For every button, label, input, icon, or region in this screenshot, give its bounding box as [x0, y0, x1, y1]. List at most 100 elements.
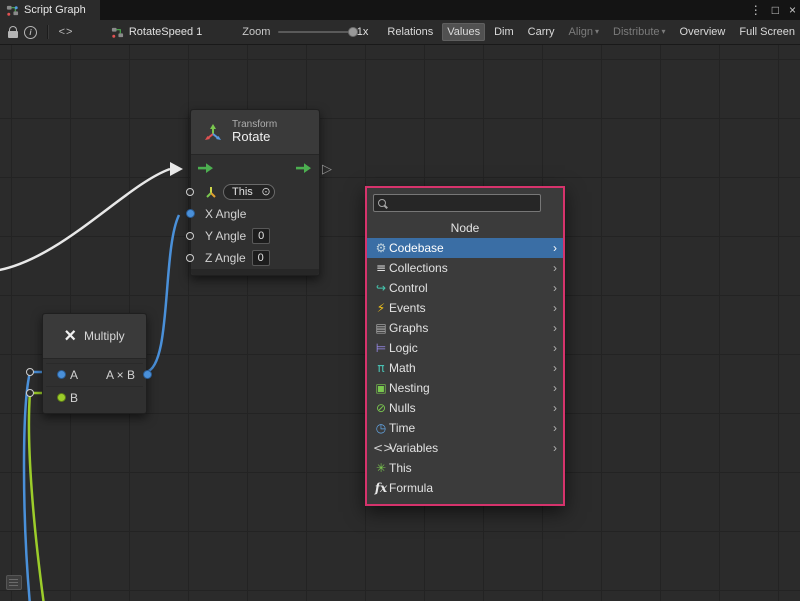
x-angle-port[interactable] [186, 209, 195, 218]
caret-down-icon: ▾ [662, 27, 666, 37]
rotate-node-header[interactable]: Transform Rotate [191, 110, 319, 155]
finder-item-logic[interactable]: ⊨ Logic › [367, 338, 563, 358]
lock-icon [8, 31, 18, 38]
finder-search-field[interactable] [373, 194, 541, 212]
finder-item-events[interactable]: ⚡ Events › [367, 298, 563, 318]
node-finder-panel: Node ⚙ Codebase › ≡ Collections › ↪ Cont… [365, 186, 565, 506]
nesting-icon: ▣ [373, 378, 389, 398]
finder-item-nesting[interactable]: ▣ Nesting › [367, 378, 563, 398]
this-port[interactable] [186, 188, 194, 196]
chevron-right-icon: › [553, 341, 559, 355]
relations-button[interactable]: Relations [382, 23, 438, 41]
multiply-node[interactable]: × Multiply A A × B B [42, 313, 147, 414]
overview-button[interactable]: Overview [675, 23, 731, 41]
finder-item-formula[interactable]: fx Formula [367, 478, 563, 498]
close-icon[interactable]: × [789, 0, 796, 20]
port-b[interactable] [57, 393, 66, 402]
chevron-right-icon: › [553, 401, 559, 415]
info-icon: i [24, 26, 37, 39]
carry-button[interactable]: Carry [523, 23, 560, 41]
port-a[interactable] [57, 370, 66, 379]
multiply-node-header[interactable]: × Multiply [43, 314, 146, 359]
z-angle-port[interactable] [186, 254, 194, 262]
finder-item-collections[interactable]: ≡ Collections › [367, 258, 563, 278]
port-out-label: A × B [106, 368, 135, 382]
caret-down-icon: ▾ [595, 27, 599, 37]
align-button[interactable]: Align▾ [564, 23, 604, 41]
fullscreen-button[interactable]: Full Screen [734, 23, 800, 41]
flow-wire [0, 169, 170, 271]
z-angle-input[interactable]: 0 [252, 250, 270, 266]
input-b-wire [29, 393, 53, 601]
flow-row [191, 155, 319, 181]
x-angle-label: X Angle [205, 207, 246, 221]
y-angle-port[interactable] [186, 232, 194, 240]
multiply-to-xangle-wire [146, 215, 179, 372]
toolbar-buttons: Relations Values Dim Carry Align▾ Distri… [382, 23, 800, 41]
finder-item-this[interactable]: ✳ This [367, 458, 563, 478]
port-out[interactable] [143, 370, 152, 379]
pass-port[interactable] [26, 368, 34, 376]
finder-item-math[interactable]: π Math › [367, 358, 563, 378]
this-field-value: This [232, 186, 256, 198]
finder-header: Node [367, 218, 563, 238]
flow-output-arrow-icon[interactable] [296, 162, 312, 174]
list-icon: ≡ [373, 258, 389, 278]
object-picker-icon[interactable]: ⊙ [260, 186, 272, 198]
gameobject-axis-icon [205, 186, 217, 198]
rotate-node[interactable]: Transform Rotate This ⊙ [190, 109, 320, 276]
zoom-slider[interactable] [278, 25, 350, 39]
zoom-value: 1x [357, 26, 369, 38]
menu-icon[interactable]: ⋮ [750, 0, 762, 20]
flow-input-arrow-icon[interactable] [198, 162, 214, 174]
multiply-row-a: A A × B [46, 363, 143, 386]
y-angle-label: Y Angle [205, 229, 246, 243]
script-graph-icon [6, 4, 19, 17]
gear-icon: ⚙ [373, 238, 389, 258]
clock-icon: ◷ [373, 418, 389, 438]
chevron-right-icon: › [553, 361, 559, 375]
lightning-icon: ⚡ [373, 298, 389, 318]
finder-item-codebase[interactable]: ⚙ Codebase › [367, 238, 563, 258]
port-a-label: A [70, 368, 78, 382]
chevron-right-icon: › [553, 261, 559, 275]
finder-list: ⚙ Codebase › ≡ Collections › ↪ Control ›… [367, 238, 563, 498]
breadcrumb[interactable]: RotateSpeed 1 [111, 26, 202, 39]
search-input[interactable] [389, 196, 536, 210]
finder-item-control[interactable]: ↪ Control › [367, 278, 563, 298]
finder-item-time[interactable]: ◷ Time › [367, 418, 563, 438]
maximize-icon[interactable]: □ [772, 0, 779, 20]
info-button[interactable]: i [22, 22, 40, 42]
port-b-label: B [70, 391, 78, 405]
this-object-field[interactable]: This ⊙ [223, 184, 275, 200]
graph-toolbar: i <> RotateSpeed 1 Zoom 1x Relations Val… [0, 20, 800, 45]
breadcrumb-label: RotateSpeed 1 [129, 26, 202, 38]
null-icon: ⊘ [373, 398, 389, 418]
x-angle-row: X Angle [191, 203, 319, 225]
lock-button[interactable] [4, 22, 22, 42]
finder-item-variables[interactable]: <> Variables › [367, 438, 563, 458]
zoom-slider-track [278, 31, 350, 33]
chevron-right-icon: › [553, 281, 559, 295]
z-angle-row: Z Angle 0 [191, 247, 319, 269]
this-icon: ✳ [373, 458, 389, 478]
code-view-button[interactable]: <> [57, 22, 75, 42]
flow-wire-arrowhead [170, 162, 183, 176]
finder-item-graphs[interactable]: ▤ Graphs › [367, 318, 563, 338]
flow-continuation-icon: ▷ [322, 161, 332, 177]
z-angle-label: Z Angle [205, 251, 246, 265]
y-angle-input[interactable]: 0 [252, 228, 270, 244]
offscreen-node-fragment [6, 575, 22, 590]
dim-button[interactable]: Dim [489, 23, 519, 41]
node-title: Rotate [232, 130, 277, 145]
tab-script-graph[interactable]: Script Graph [0, 0, 100, 20]
node-title: Multiply [84, 329, 125, 343]
chevron-right-icon: › [553, 421, 559, 435]
distribute-button[interactable]: Distribute▾ [608, 23, 670, 41]
values-button[interactable]: Values [442, 23, 485, 41]
variables-icon: <> [373, 438, 389, 458]
pass-port[interactable] [26, 389, 34, 397]
finder-item-nulls[interactable]: ⊘ Nulls › [367, 398, 563, 418]
graph-canvas[interactable]: Transform Rotate This ⊙ [0, 45, 800, 601]
chevron-right-icon: › [553, 381, 559, 395]
